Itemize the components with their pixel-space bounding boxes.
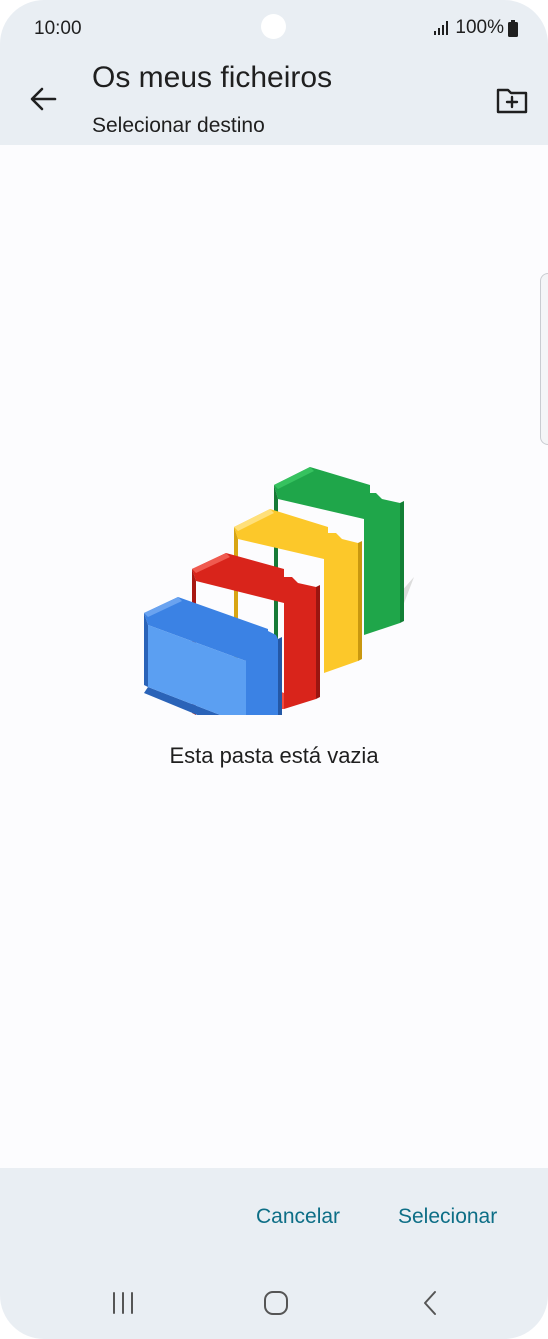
empty-folder-illustration	[144, 467, 414, 715]
battery-percent: 100%	[455, 17, 504, 38]
folder-plus-icon	[496, 88, 528, 114]
empty-folder-message: Esta pasta está vazia	[169, 743, 379, 768]
status-time: 10:00	[34, 18, 82, 39]
recents-button[interactable]	[103, 1288, 143, 1318]
home-icon	[264, 1291, 288, 1315]
select-button[interactable]: Selecionar	[398, 1205, 497, 1229]
chevron-left-icon	[424, 1291, 436, 1315]
home-button[interactable]	[256, 1288, 296, 1318]
back-button[interactable]	[20, 76, 66, 122]
file-list-area[interactable]: Esta pasta está vazia	[0, 145, 548, 1168]
phone-screen: 10:00 100% Os meus ficheiros Selecionar …	[0, 0, 548, 1339]
navigation-bar	[0, 1278, 548, 1328]
signal-icon	[434, 21, 449, 35]
battery-icon	[508, 19, 518, 37]
recents-icon	[113, 1292, 133, 1314]
bottom-action-bar: Cancelar Selecionar	[0, 1168, 548, 1339]
page-title: Os meus ficheiros	[92, 61, 333, 94]
camera-cutout	[261, 14, 286, 39]
status-bar: 10:00 100%	[0, 0, 548, 58]
arrow-left-icon	[30, 87, 57, 111]
page-subtitle: Selecionar destino	[92, 114, 265, 137]
new-folder-button[interactable]	[490, 78, 534, 122]
scroll-handle[interactable]	[540, 273, 548, 445]
cancel-button[interactable]: Cancelar	[256, 1205, 340, 1229]
status-indicators: 100%	[433, 17, 518, 39]
app-bar: Os meus ficheiros Selecionar destino	[0, 58, 548, 145]
system-back-button[interactable]	[410, 1288, 450, 1318]
